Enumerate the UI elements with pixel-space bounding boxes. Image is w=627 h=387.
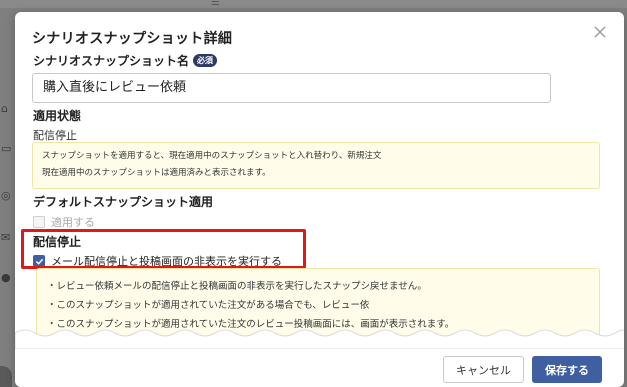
close-icon[interactable] <box>592 24 608 40</box>
save-button[interactable]: 保存する <box>532 356 602 383</box>
app-header-backdrop <box>0 0 627 8</box>
info-line: 現在適用中のスナップショットは適用済みと表示されます。 <box>42 168 271 178</box>
menu-icon: ☰ <box>211 0 220 8</box>
warning-line-tail: 戻せません。 <box>370 281 427 292</box>
default-apply-row[interactable]: 適用する <box>33 214 95 230</box>
modal-title: シナリオスナップショット詳細 <box>32 31 233 47</box>
target-icon: ◎ <box>1 189 11 202</box>
default-apply-checkbox[interactable] <box>33 216 45 228</box>
apply-status-value: 配信停止 <box>33 129 77 142</box>
default-apply-label: 適用する <box>51 216 95 229</box>
required-badge: 必須 <box>193 54 218 67</box>
torn-edge <box>15 329 624 349</box>
apply-status-label: 適用状態 <box>33 109 82 123</box>
snapshot-detail-modal: シナリオスナップショット詳細 シナリオスナップショット名 必須 購入直後にレビュー… <box>15 12 624 387</box>
warning-line: ・レビュー依頼メールの配信停止と投稿画面の非表示を実行したスナップシ戻せません。 <box>47 277 589 296</box>
home-icon: ⌂ <box>1 102 8 115</box>
warning-line: ・このスナップショットが適用されていた注文がある場合でも、レビュー依 <box>47 296 589 315</box>
cancel-button[interactable]: キャンセル <box>443 356 524 383</box>
users-icon: ● <box>1 271 11 284</box>
avatar[interactable] <box>0 366 12 387</box>
warning-line-text: ・このスナップショットが適用されていた注文がある場合でも、レビュー依 <box>47 300 370 311</box>
info-line: スナップショットを適用すると、現在適用中のスナップショットと入れ替わり、新規注文 <box>42 151 382 161</box>
default-snapshot-label: デフォルトスナップショット適用 <box>33 195 214 209</box>
name-label-text: シナリオスナップショット名 <box>33 54 190 68</box>
name-label: シナリオスナップショット名 必須 <box>33 52 218 69</box>
calendar-icon: ▭ <box>1 142 12 155</box>
apply-info-note: スナップショットを適用すると、現在適用中のスナップショットと入れ替わり、新規注文… <box>32 142 600 189</box>
mail-icon: ✉ <box>1 231 11 244</box>
highlight-box <box>21 229 306 269</box>
snapshot-name-input[interactable]: 購入直後にレビュー依頼 <box>32 73 551 103</box>
warning-line-text: ・レビュー依頼メールの配信停止と投稿画面の非表示を実行したスナップシ <box>47 281 371 292</box>
